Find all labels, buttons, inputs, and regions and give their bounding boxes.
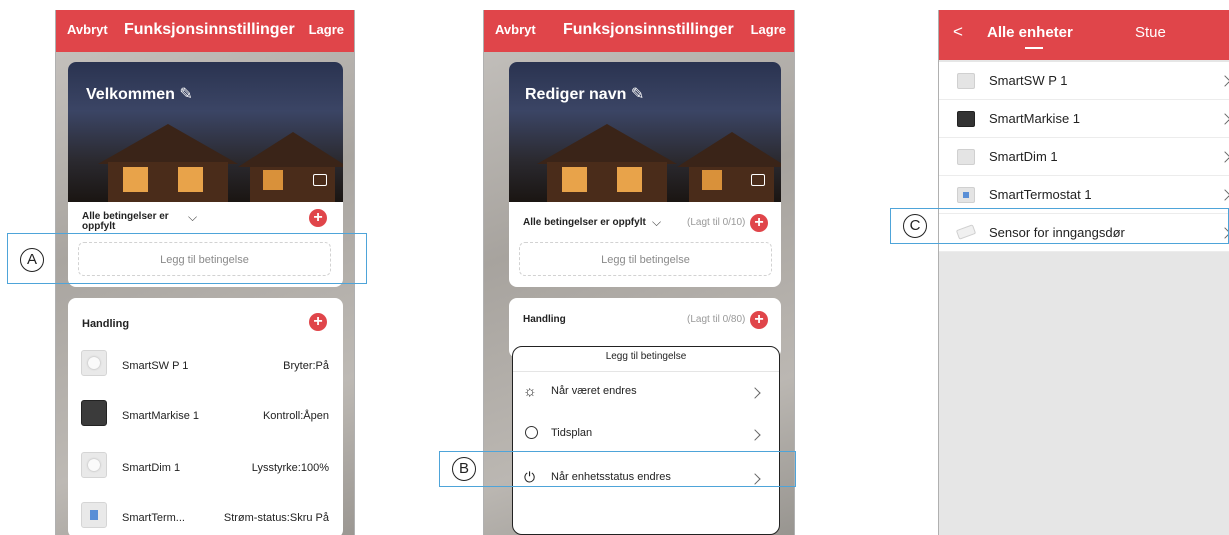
image-icon[interactable]: [313, 174, 327, 186]
callout-marker-a: A: [20, 248, 44, 272]
option-label: Når været endres: [551, 385, 637, 397]
option-label: Tidsplan: [551, 427, 593, 439]
device-name: SmartDim 1: [122, 462, 181, 474]
device-name: SmartMarkise 1: [122, 410, 200, 422]
switch-device-icon: [957, 73, 975, 89]
callout-marker-b: B: [452, 457, 476, 481]
add-condition-button[interactable]: Legg til betingelse: [519, 242, 772, 276]
app-header: < Alle enheter Stue: [939, 10, 1229, 60]
weather-icon: ☼: [523, 383, 537, 400]
chevron-right-icon: [749, 387, 761, 399]
page-title: Funksjonsinnstillinger: [124, 21, 295, 38]
chevron-down-icon[interactable]: ⌵: [188, 210, 197, 225]
scene-name: Rediger navn: [525, 86, 627, 103]
blind-controller-icon: [957, 111, 975, 127]
action-row[interactable]: SmartMarkise 1 Kontroll:Åpen: [68, 396, 343, 436]
device-status: Kontroll:Åpen: [262, 410, 329, 422]
chevron-right-icon: [1219, 113, 1229, 125]
chevron-right-icon: [1219, 75, 1229, 87]
callout-box-c: [890, 208, 1229, 244]
device-list-item[interactable]: SmartMarkise 1: [939, 100, 1229, 138]
device-list-item[interactable]: SmartSW P 1: [939, 62, 1229, 100]
save-button[interactable]: Lagre: [309, 22, 344, 37]
tab-room[interactable]: Stue: [1135, 24, 1166, 41]
app-header: Avbryt Funksjonsinnstillinger Lagre: [484, 10, 794, 52]
callout-marker-c: C: [903, 214, 927, 238]
edit-pencil-icon[interactable]: ✎: [631, 86, 644, 103]
dimmer-device-icon: [957, 149, 975, 165]
add-condition-plus-icon[interactable]: +: [750, 214, 768, 232]
condition-card: Rediger navn ✎ Alle betingelser er oppfy…: [509, 62, 781, 287]
device-name: SmartDim 1: [989, 149, 1058, 164]
option-schedule[interactable]: Tidsplan: [513, 417, 779, 451]
thermostat-device-icon: [957, 187, 975, 203]
callout-box-a: [7, 233, 367, 284]
callout-box-b: [439, 451, 796, 487]
device-list-item[interactable]: SmartDim 1: [939, 138, 1229, 176]
image-icon[interactable]: [751, 174, 765, 186]
scene-name: Velkommen: [86, 86, 175, 103]
conditions-label[interactable]: Alle betingelser er oppfylt: [523, 217, 646, 228]
conditions-label[interactable]: Alle betingelser er oppfylt: [82, 212, 182, 232]
action-row[interactable]: SmartSW P 1 Bryter:På: [68, 346, 343, 386]
dimmer-device-icon: [81, 452, 107, 478]
device-name: SmartTermostat 1: [989, 187, 1092, 202]
cancel-button[interactable]: Avbryt: [67, 22, 108, 37]
app-header: Avbryt Funksjonsinnstillinger Lagre: [56, 10, 354, 52]
save-button[interactable]: Lagre: [751, 22, 786, 37]
clock-icon: [525, 426, 538, 439]
page-title: Funksjonsinnstillinger: [563, 21, 734, 38]
thermostat-device-icon: [81, 502, 107, 528]
switch-device-icon: [81, 350, 107, 376]
scene-photo: Rediger navn ✎: [509, 62, 781, 202]
add-action-plus-icon[interactable]: +: [750, 311, 768, 329]
action-card: Handling + SmartSW P 1 Bryter:På SmartMa…: [68, 298, 343, 535]
cancel-button[interactable]: Avbryt: [495, 22, 536, 37]
device-name: SmartSW P 1: [989, 73, 1068, 88]
action-row[interactable]: SmartTerm... Strøm-status:Skru På: [68, 498, 343, 535]
chevron-right-icon: [749, 429, 761, 441]
chevron-down-icon[interactable]: ⌵: [652, 215, 661, 230]
device-name: SmartTerm...: [122, 512, 185, 524]
edit-pencil-icon[interactable]: ✎: [179, 86, 192, 103]
device-status: Bryter:På: [283, 360, 329, 372]
scene-photo: Velkommen ✎: [68, 62, 343, 202]
add-condition-plus-icon[interactable]: +: [309, 209, 327, 227]
add-condition-sheet: Legg til betingelse ☼ Når været endres T…: [512, 346, 780, 535]
device-name: SmartMarkise 1: [989, 111, 1081, 126]
blind-controller-icon: [81, 400, 107, 426]
action-title: Handling: [82, 318, 130, 330]
chevron-right-icon: [1219, 151, 1229, 163]
tab-all-devices[interactable]: Alle enheter: [987, 24, 1073, 41]
action-row[interactable]: SmartDim 1 Lysstyrke:100%: [68, 448, 343, 488]
add-action-plus-icon[interactable]: +: [309, 313, 327, 331]
option-weather-change[interactable]: ☼ Når været endres: [513, 375, 779, 409]
device-status: Lysstyrke:100%: [251, 462, 329, 474]
device-name: SmartSW P 1: [122, 360, 189, 372]
device-status: Strøm-status:Skru På: [223, 512, 329, 524]
chevron-right-icon: [1219, 189, 1229, 201]
action-title: Handling: [523, 314, 566, 325]
phone-screen-3: < Alle enheter Stue SmartSW P 1 SmartMar…: [938, 10, 1229, 535]
back-chevron-icon[interactable]: <: [953, 22, 963, 42]
action-count: (Lagt til 0/80): [687, 314, 746, 325]
active-tab-indicator: [1025, 47, 1043, 49]
sheet-title: Legg til betingelse: [605, 351, 687, 362]
condition-count: (Lagt til 0/10): [687, 217, 746, 228]
